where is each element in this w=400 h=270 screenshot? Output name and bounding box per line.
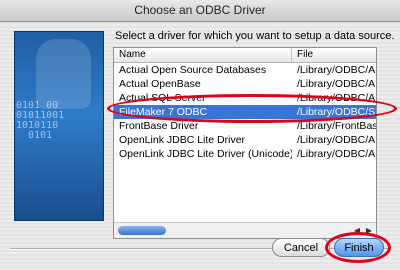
table-row[interactable]: OpenLink JDBC Lite Driver /Library/ODBC/… [114, 133, 376, 147]
binary-text-graphic: 0101 00 01011001 1010110 0101 [16, 100, 65, 141]
table-row[interactable]: FrontBase Driver /Library/FrontBas [114, 119, 376, 133]
odbc-artwork: 0101 00 01011001 1010110 0101 [14, 31, 104, 221]
triangle-right-icon[interactable]: ▶ [363, 224, 375, 237]
driver-file: /Library/ODBC/A [297, 148, 376, 160]
driver-file: /Library/ODBC/A [297, 78, 376, 90]
hand-graphic [36, 39, 91, 109]
driver-name: Actual OpenBase [119, 78, 201, 90]
driver-file: /Library/ODBC/S [297, 106, 376, 118]
window-title: Choose an ODBC Driver [0, 0, 400, 22]
driver-name: FrontBase Driver [119, 120, 199, 132]
driver-file: /Library/ODBC/A [297, 64, 376, 76]
table-body: Actual Open Source Databases /Library/OD… [114, 63, 376, 161]
dialog-content: 0101 00 01011001 1010110 0101 Select a d… [0, 22, 400, 270]
driver-file: /Library/ODBC/A [297, 134, 376, 146]
table-header: Name File [114, 48, 376, 63]
triangle-left-icon[interactable]: ◀ [351, 224, 363, 237]
driver-name: OpenLink JDBC Lite Driver [119, 134, 246, 146]
finish-button[interactable]: Finish [334, 238, 384, 257]
driver-file: /Library/FrontBas [297, 120, 376, 132]
driver-name: FileMaker 7 ODBC [119, 106, 208, 118]
driver-file: /Library/ODBC/A [297, 92, 376, 104]
table-row[interactable]: Actual Open Source Databases /Library/OD… [114, 63, 376, 77]
horizontal-scrollbar[interactable]: ◀ ▶ [114, 222, 376, 238]
column-header-name[interactable]: Name [114, 48, 292, 62]
driver-table[interactable]: Name File Actual Open Source Databases /… [113, 47, 377, 239]
table-row[interactable]: Actual SQL Server /Library/ODBC/A [114, 91, 376, 105]
driver-name: Actual SQL Server [119, 92, 206, 104]
driver-name: OpenLink JDBC Lite Driver (Unicode) [119, 148, 292, 160]
table-row[interactable]: OpenLink JDBC Lite Driver (Unicode) /Lib… [114, 147, 376, 161]
table-row-selected[interactable]: FileMaker 7 ODBC /Library/ODBC/S [114, 105, 376, 119]
driver-name: Actual Open Source Databases [119, 64, 267, 76]
table-row[interactable]: Actual OpenBase /Library/ODBC/A [114, 77, 376, 91]
scrollbar-thumb[interactable] [118, 226, 166, 235]
column-header-file[interactable]: File [292, 48, 376, 62]
cancel-button[interactable]: Cancel [272, 238, 330, 257]
instructions-text: Select a driver for which you want to se… [115, 30, 395, 42]
divider [10, 248, 390, 250]
